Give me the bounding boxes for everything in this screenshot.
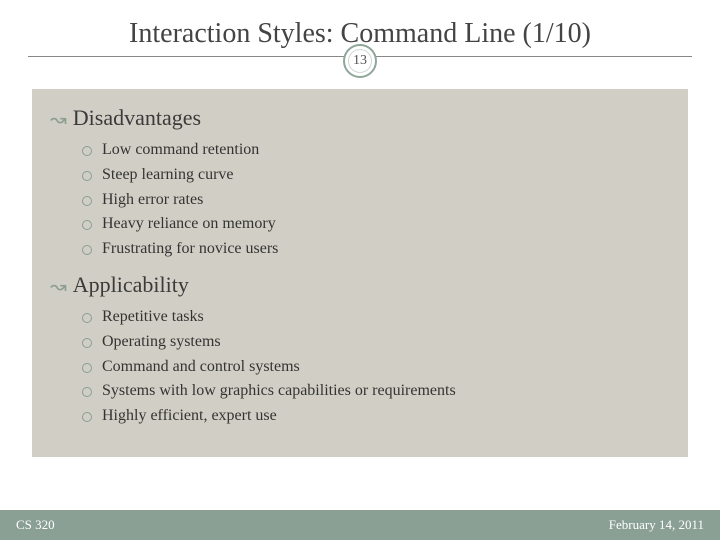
list-item: High error rates — [80, 188, 672, 213]
section-heading-disadvantages: ↝Disadvantages — [50, 105, 672, 132]
page-number: 13 — [343, 44, 377, 78]
list-item: Command and control systems — [80, 355, 672, 380]
arrow-bullet-icon: ↝ — [50, 107, 67, 132]
disadvantages-list: Low command retention Steep learning cur… — [80, 138, 672, 262]
section-heading-applicability: ↝Applicability — [50, 272, 672, 299]
list-item: Heavy reliance on memory — [80, 212, 672, 237]
footer-left: CS 320 — [16, 517, 55, 533]
footer-right: February 14, 2011 — [609, 517, 704, 533]
list-item: Steep learning curve — [80, 163, 672, 188]
slide: Interaction Styles: Command Line (1/10) … — [0, 0, 720, 540]
list-item: Repetitive tasks — [80, 305, 672, 330]
list-item: Systems with low graphics capabilities o… — [80, 379, 672, 404]
footer-bar: CS 320 February 14, 2011 — [0, 510, 720, 540]
content-panel: ↝Disadvantages Low command retention Ste… — [32, 89, 688, 457]
list-item: Highly efficient, expert use — [80, 404, 672, 429]
page-number-badge: 13 — [0, 43, 720, 79]
list-item: Frustrating for novice users — [80, 237, 672, 262]
applicability-list: Repetitive tasks Operating systems Comma… — [80, 305, 672, 429]
heading-text: Disadvantages — [73, 105, 201, 130]
list-item: Operating systems — [80, 330, 672, 355]
list-item: Low command retention — [80, 138, 672, 163]
arrow-bullet-icon: ↝ — [50, 274, 67, 299]
heading-text: Applicability — [73, 272, 189, 297]
